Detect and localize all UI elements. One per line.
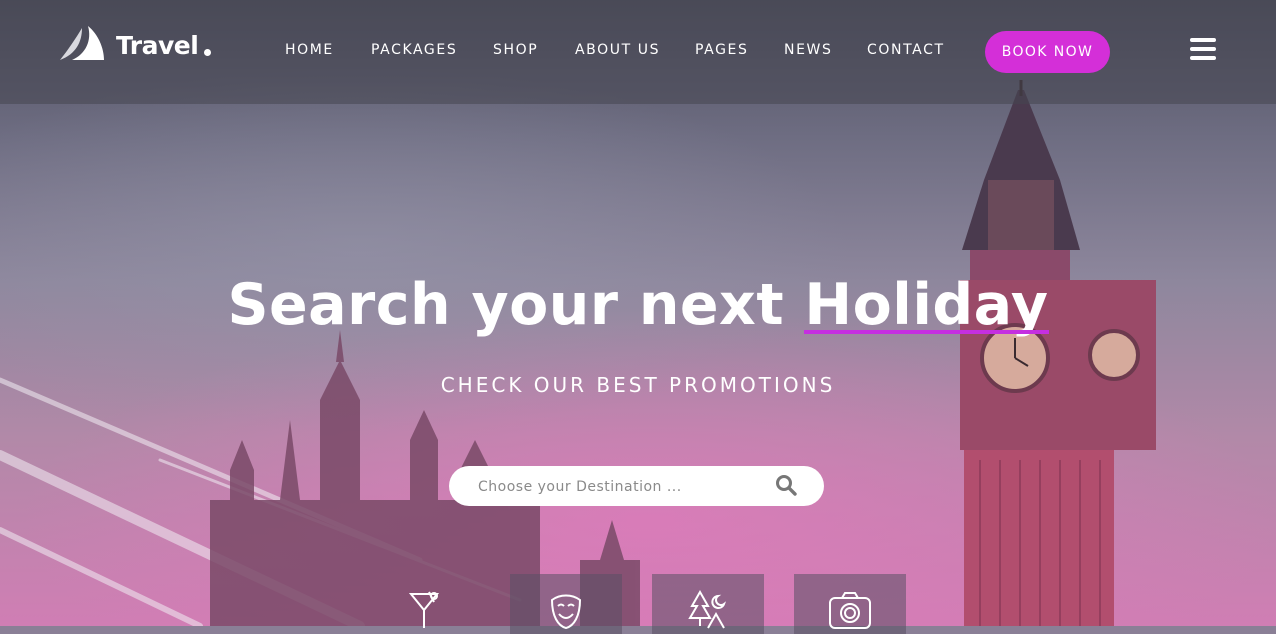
logo-dot (204, 48, 212, 56)
nav-packages[interactable]: PACKAGES (371, 42, 457, 58)
category-theater[interactable] (510, 574, 622, 634)
theater-mask-icon (550, 594, 582, 630)
nav-shop[interactable]: SHOP (493, 42, 538, 58)
category-photography[interactable] (794, 574, 906, 634)
nav-pages[interactable]: PAGES (695, 42, 748, 58)
headline-text: Search your next (227, 272, 805, 338)
destination-search (449, 466, 824, 508)
category-nightlife[interactable] (368, 574, 480, 634)
category-camping[interactable] (652, 574, 764, 634)
hero-headline: Search your next Holiday (0, 272, 1276, 338)
headline-highlight: Holiday (804, 272, 1049, 338)
logo-text: Travel (116, 30, 199, 60)
sail-icon (60, 26, 104, 60)
nav-home[interactable]: HOME (285, 42, 334, 58)
site-logo[interactable]: Travel (58, 24, 212, 66)
nav-news[interactable]: NEWS (784, 42, 832, 58)
nav-contact[interactable]: CONTACT (867, 42, 945, 58)
hero-subtitle: CHECK OUR BEST PROMOTIONS (440, 373, 836, 397)
destination-search-input[interactable] (476, 466, 770, 508)
hamburger-menu-icon[interactable] (1190, 38, 1216, 62)
site-header: Travel HOME PACKAGES SHOP ABOUT US PAGES… (0, 0, 1276, 104)
nav-about-us[interactable]: ABOUT US (575, 42, 660, 58)
cocktail-icon (408, 591, 440, 628)
camera-icon (829, 592, 871, 629)
search-icon[interactable] (775, 474, 797, 496)
camping-icon (688, 590, 727, 629)
book-now-button[interactable]: BOOK NOW (985, 31, 1110, 73)
